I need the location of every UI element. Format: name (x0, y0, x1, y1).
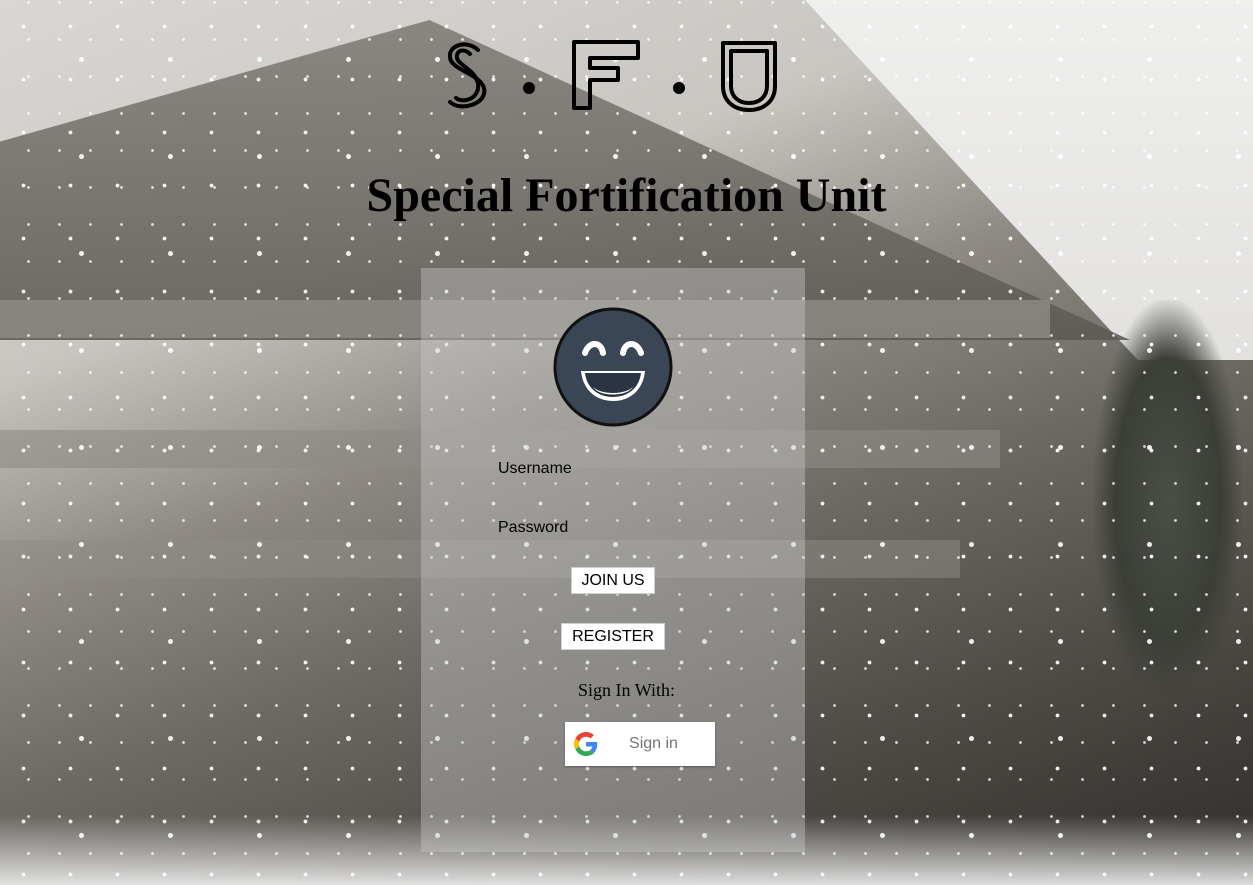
google-sign-in-button[interactable]: Sign in (565, 722, 715, 766)
sfu-logo (447, 40, 777, 112)
laughing-face-icon (553, 307, 673, 427)
google-sign-in-label: Sign in (629, 735, 678, 752)
username-label: Username (498, 460, 572, 477)
google-g-icon (574, 732, 598, 756)
register-button[interactable]: REGISTER (561, 623, 665, 650)
sign-in-with-label: Sign In With: (578, 680, 675, 700)
password-label: Password (498, 519, 569, 536)
page-title: Special Fortification Unit (366, 169, 887, 222)
join-us-button[interactable]: JOIN US (571, 567, 655, 594)
